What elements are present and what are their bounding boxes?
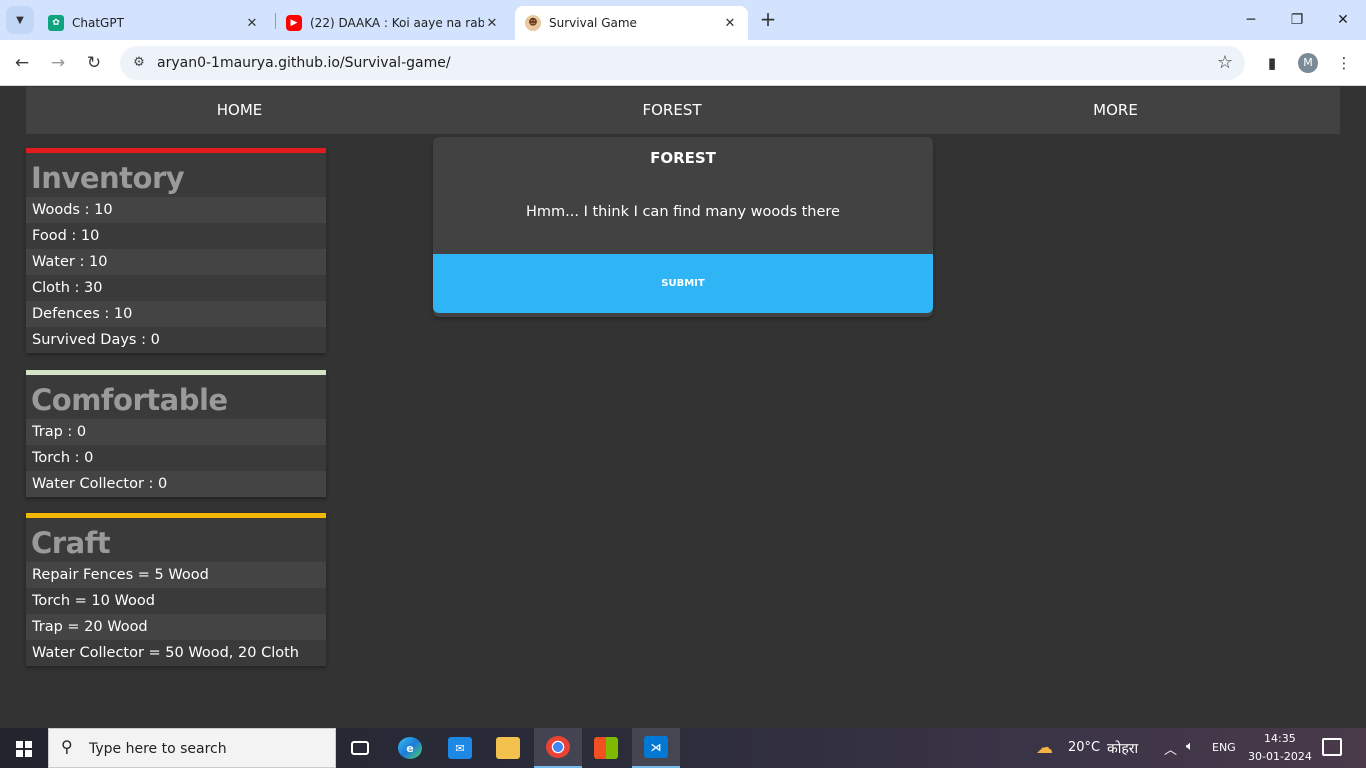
craft-repair-fences[interactable]: Repair Fences = 5 Wood: [26, 562, 326, 588]
store-icon: [594, 737, 618, 759]
profile-avatar[interactable]: M: [1298, 53, 1318, 73]
notification-center-icon[interactable]: [1322, 738, 1342, 756]
tab-strip: ▼ ✿ ChatGPT ✕ ▶ (22) DAAKA : Koi aaye na…: [0, 0, 1366, 40]
nav-home[interactable]: HOME: [26, 87, 453, 134]
restore-button[interactable]: ❐: [1282, 8, 1312, 32]
weather-icon: ☁: [1036, 738, 1053, 758]
inventory-defences: Defences : 10: [26, 301, 326, 327]
comfortable-title: Comfortable: [26, 375, 326, 419]
bookmark-star-icon[interactable]: ☆: [1217, 52, 1233, 73]
event-message: Hmm... I think I can find many woods the…: [526, 204, 840, 220]
task-view-button[interactable]: [336, 728, 384, 768]
inventory-woods: Woods : 10: [26, 197, 326, 223]
close-tab-icon[interactable]: ✕: [244, 16, 260, 31]
side-panel-icon[interactable]: ▮: [1260, 51, 1284, 75]
store-app[interactable]: [582, 728, 630, 768]
event-title: FOREST: [650, 149, 716, 167]
tab-chatgpt[interactable]: ✿ ChatGPT ✕: [38, 6, 270, 40]
inventory-card: Inventory Woods : 10 Food : 10 Water : 1…: [26, 148, 326, 353]
volume-icon[interactable]: 🔈︎: [1186, 739, 1194, 754]
close-tab-icon[interactable]: ✕: [484, 16, 500, 31]
back-button[interactable]: ←: [9, 50, 35, 76]
folder-icon: [496, 737, 520, 759]
forward-button[interactable]: →: [45, 50, 71, 76]
minimize-button[interactable]: ─: [1236, 8, 1266, 32]
search-icon: ⚲: [61, 737, 73, 756]
inventory-water: Water : 10: [26, 249, 326, 275]
comfortable-torch: Torch : 0: [26, 445, 326, 471]
inventory-survived-days: Survived Days : 0: [26, 327, 326, 353]
task-view-icon: [351, 741, 369, 755]
language-indicator[interactable]: ENG: [1212, 741, 1236, 754]
close-window-button[interactable]: ✕: [1328, 8, 1358, 32]
tab-survival-game[interactable]: ☻ Survival Game ✕: [515, 6, 748, 40]
mail-app[interactable]: ✉: [436, 728, 484, 768]
close-tab-icon[interactable]: ✕: [722, 16, 738, 31]
reload-button[interactable]: ↻: [81, 50, 107, 76]
youtube-icon: ▶: [286, 15, 302, 31]
edge-icon: e: [398, 737, 422, 759]
edge-app[interactable]: e: [386, 728, 434, 768]
url-text[interactable]: aryan0-1maurya.github.io/Survival-game/: [157, 46, 451, 80]
file-explorer-app[interactable]: [484, 728, 532, 768]
comfortable-trap: Trap : 0: [26, 419, 326, 445]
craft-water-collector[interactable]: Water Collector = 50 Wood, 20 Cloth: [26, 640, 326, 666]
game-nav: HOME FOREST MORE: [26, 87, 1340, 134]
craft-trap[interactable]: Trap = 20 Wood: [26, 614, 326, 640]
tab-search-button[interactable]: ▼: [6, 6, 34, 34]
character-icon: ☻: [525, 15, 541, 31]
inventory-title: Inventory: [26, 153, 326, 197]
chatgpt-icon: ✿: [48, 15, 64, 31]
taskbar-search[interactable]: ⚲ Type here to search: [48, 728, 336, 768]
chrome-icon: [546, 736, 570, 758]
submit-button[interactable]: SUBMIT: [433, 254, 933, 313]
inventory-food: Food : 10: [26, 223, 326, 249]
comfortable-card: Comfortable Trap : 0 Torch : 0 Water Col…: [26, 370, 326, 497]
new-tab-button[interactable]: +: [758, 9, 778, 29]
inventory-cloth: Cloth : 30: [26, 275, 326, 301]
comfortable-water-collector: Water Collector : 0: [26, 471, 326, 497]
windows-taskbar: ⚲ Type here to search e ✉ ⋊ ☁ 20°C कोहरा…: [0, 728, 1366, 768]
vscode-icon: ⋊: [644, 736, 668, 758]
weather-label[interactable]: कोहरा: [1107, 739, 1138, 758]
weather-temp[interactable]: 20°C: [1068, 740, 1100, 755]
event-panel: FOREST Hmm... I think I can find many wo…: [433, 137, 933, 317]
nav-more[interactable]: MORE: [891, 87, 1340, 134]
mail-icon: ✉: [448, 737, 472, 759]
chrome-app[interactable]: [534, 728, 582, 768]
tray-chevron-icon[interactable]: ︿: [1164, 739, 1177, 758]
chevron-down-icon: ▼: [16, 14, 24, 26]
menu-icon[interactable]: ⋮: [1332, 51, 1356, 75]
search-placeholder: Type here to search: [89, 741, 227, 757]
vscode-app[interactable]: ⋊: [632, 728, 680, 768]
tab-youtube[interactable]: ▶ (22) DAAKA : Koi aaye na rabba ✕: [276, 6, 510, 40]
address-bar[interactable]: ⚙ aryan0-1maurya.github.io/Survival-game…: [120, 46, 1245, 80]
craft-torch[interactable]: Torch = 10 Wood: [26, 588, 326, 614]
site-info-icon[interactable]: ⚙: [130, 54, 148, 72]
browser-toolbar: ← → ↻ ⚙ aryan0-1maurya.github.io/Surviva…: [0, 40, 1366, 86]
nav-forest[interactable]: FOREST: [453, 87, 891, 134]
clock-date[interactable]: 30-01-2024: [1248, 750, 1312, 763]
start-button[interactable]: [0, 728, 48, 768]
clock-time[interactable]: 14:35: [1264, 732, 1296, 745]
craft-card: Craft Repair Fences = 5 Wood Torch = 10 …: [26, 513, 326, 666]
craft-title: Craft: [26, 518, 326, 562]
